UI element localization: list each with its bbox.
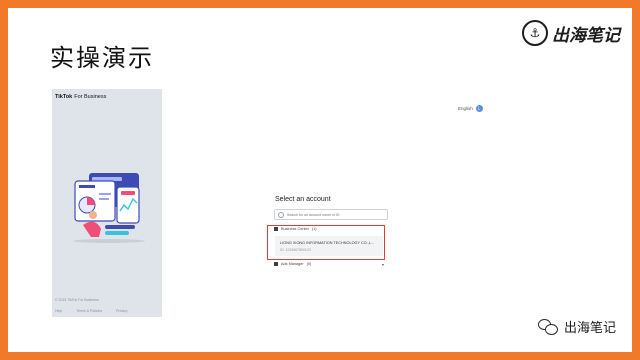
user-avatar[interactable]: L (475, 105, 483, 112)
chevron-down-icon[interactable]: ▾ (382, 262, 384, 267)
tiktok-business-logo[interactable]: TikTok For Business (55, 94, 106, 100)
copyright-text: © 2023 TikTok For Business (55, 298, 99, 302)
help-link[interactable]: Help (55, 309, 62, 313)
brand-logo-top: ⚓ 出海笔记 (522, 20, 620, 46)
wechat-icon (537, 318, 558, 335)
account-search[interactable] (274, 209, 388, 220)
privacy-link[interactable]: Privacy (116, 309, 127, 313)
select-account-title: Select an account (275, 196, 331, 203)
tiktok-logo-sub: For Business (74, 94, 107, 100)
terms-link[interactable]: Terms & Policies (76, 309, 102, 313)
ads-manager-icon (274, 262, 278, 266)
footer-links: Help Terms & Policies Privacy (55, 309, 128, 313)
ads-manager-count: (0) (306, 262, 312, 266)
account-search-input[interactable] (287, 212, 382, 217)
anchor-icon: ⚓ (522, 20, 548, 46)
language-label: English (458, 106, 473, 111)
highlight-box (267, 225, 385, 260)
slide-title: 实操演示 (50, 44, 154, 72)
business-illustration (73, 173, 145, 243)
tiktok-side-panel: TikTok For Business © 2023 TikTok For Bus… (52, 89, 162, 317)
ads-manager-group[interactable]: Ads Manager (0) ▾ (274, 262, 384, 267)
presentation-slide: 实操演示 ⚓ 出海笔记 TikTok For Business © 2023 T… (8, 8, 632, 352)
brand-name-bottom: 出海笔记 (563, 321, 616, 336)
search-icon (278, 211, 284, 218)
ads-manager-label: Ads Manager (281, 262, 304, 266)
brand-name-top: 出海笔记 (552, 25, 620, 46)
language-selector[interactable]: English L (458, 105, 483, 112)
brand-logo-bottom: 出海笔记 (537, 317, 616, 336)
tiktok-logo-text: TikTok (55, 94, 73, 100)
